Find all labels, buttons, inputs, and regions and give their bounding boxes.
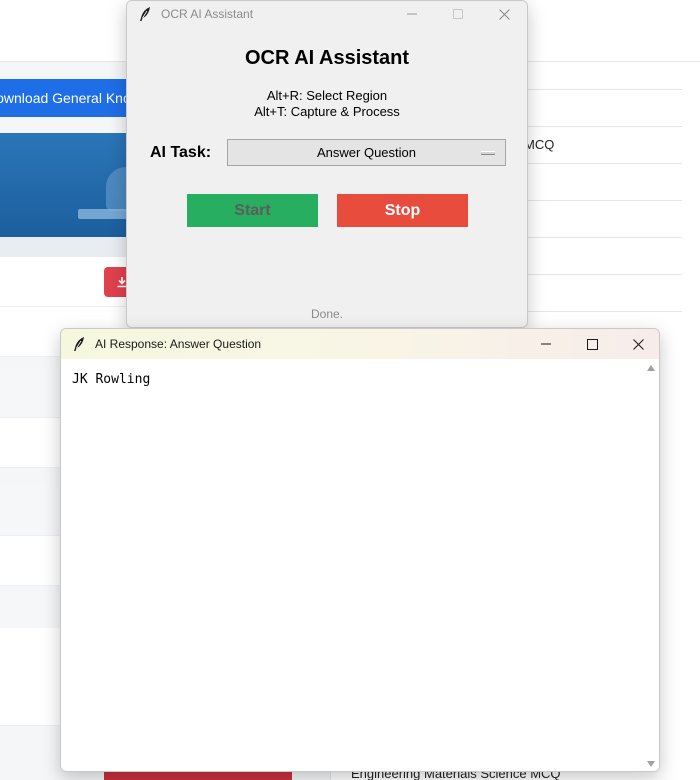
minimize-button[interactable]	[523, 329, 569, 359]
feather-icon	[74, 337, 84, 351]
start-button[interactable]: Start	[187, 194, 318, 227]
ocr-titlebar-title: OCR AI Assistant	[161, 7, 254, 21]
feather-icon	[140, 7, 150, 21]
maximize-icon	[453, 9, 463, 19]
ai-task-label: AI Task:	[150, 144, 212, 161]
download-general-knowledge-button[interactable]: Download General Knowledge	[0, 79, 140, 117]
response-titlebar[interactable]: AI Response: Answer Question	[61, 329, 659, 359]
scroll-down-arrow-icon[interactable]	[647, 761, 655, 767]
app-heading: OCR AI Assistant	[244, 47, 410, 69]
close-icon	[632, 338, 644, 350]
status-text: Done.	[310, 307, 344, 321]
ocr-assistant-window: OCR AI Assistant OCR AI Assistant Alt+R:…	[126, 0, 528, 328]
ai-task-dropdown[interactable]: Answer Question	[227, 139, 506, 166]
stop-button[interactable]: Stop	[337, 194, 468, 227]
vertical-scrollbar[interactable]	[643, 359, 659, 771]
ocr-titlebar[interactable]: OCR AI Assistant	[127, 1, 527, 27]
ai-response-window: AI Response: Answer Question JK Rowling	[60, 328, 660, 772]
hotkey-capture-process: Alt+T: Capture & Process	[254, 104, 400, 119]
scroll-up-arrow-icon[interactable]	[647, 365, 655, 371]
maximize-icon	[586, 338, 598, 350]
maximize-button[interactable]	[569, 329, 615, 359]
maximize-button[interactable]	[435, 1, 481, 27]
response-text-area[interactable]: JK Rowling	[72, 372, 150, 387]
close-icon	[498, 8, 510, 20]
list-item-mcq[interactable]: MCQ	[524, 137, 554, 152]
minimize-icon	[407, 13, 417, 15]
minimize-button[interactable]	[389, 1, 435, 27]
minimize-icon	[541, 343, 551, 345]
dropdown-indicator-icon	[481, 151, 495, 155]
close-button[interactable]	[481, 1, 527, 27]
hotkey-select-region: Alt+R: Select Region	[266, 88, 388, 103]
ai-task-selected-value: Answer Question	[317, 145, 416, 160]
response-titlebar-title: AI Response: Answer Question	[95, 337, 262, 351]
close-button[interactable]	[615, 329, 659, 359]
